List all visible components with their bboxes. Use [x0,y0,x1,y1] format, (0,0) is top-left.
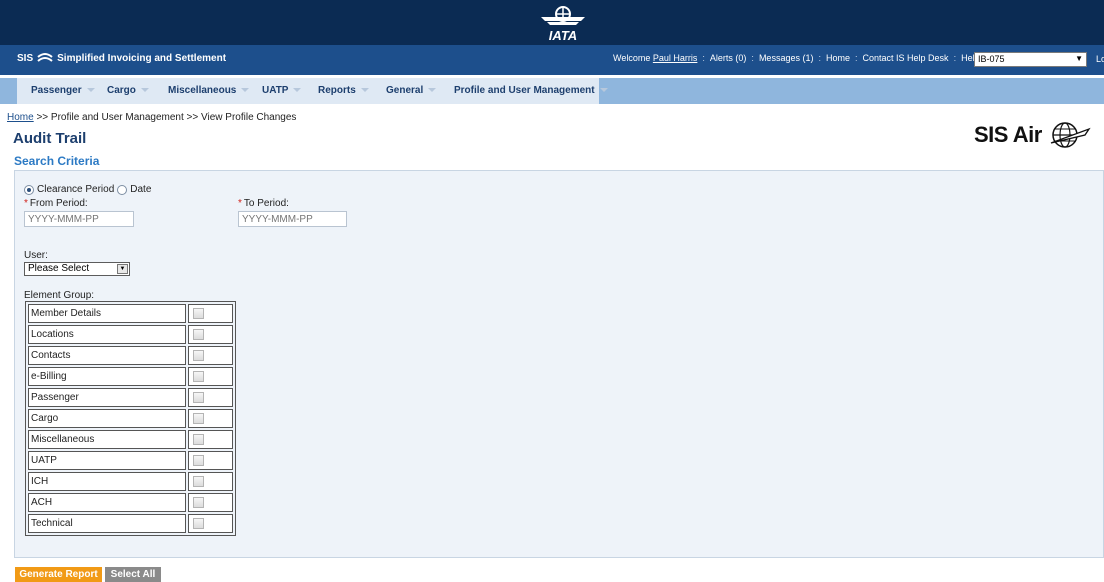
member-select[interactable]: IB-075 ▼ [974,52,1087,67]
contact-help-desk-link[interactable]: Contact IS Help Desk [863,53,949,63]
element-group-checkbox[interactable] [193,433,204,445]
brand-logo: SIS Air [974,121,1091,149]
element-group-name: Cargo [28,409,186,428]
element-group-checkbox[interactable] [193,349,204,361]
caret-down-icon [293,88,302,93]
element-group-checkbox[interactable] [193,454,204,466]
element-group-name: ACH [28,493,186,512]
app-title: SIS Simplified Invoicing and Settlement [17,51,226,65]
iata-logo-text: IATA [549,28,577,43]
period-type-radio-group: Clearance Period Date [24,184,151,195]
element-group-name: Contacts [28,346,186,365]
app-title-text: Simplified Invoicing and Settlement [57,52,227,64]
caret-down-icon [599,88,608,93]
element-group-name: e-Billing [28,367,186,386]
caret-down-icon [241,88,250,93]
from-period-label: * From Period: [24,198,88,209]
chevron-down-icon: ▼ [117,264,128,274]
table-row: e-Billing [28,367,233,386]
caret-down-icon [86,88,95,93]
element-group-name: Miscellaneous [28,430,186,449]
sis-header-bar: SIS Simplified Invoicing and Settlement … [0,45,1104,75]
breadcrumb-home-link[interactable]: Home [7,112,34,123]
logout-link[interactable]: Log O [1096,54,1104,64]
from-period-input[interactable] [24,211,134,227]
table-row: ACH [28,493,233,512]
element-group-name: Passenger [28,388,186,407]
welcome-text: Welcome [613,53,651,63]
home-link[interactable]: Home [826,53,850,63]
section-title: Search Criteria [14,154,100,168]
element-group-label: Element Group: [24,290,95,301]
menu-cargo[interactable]: Cargo [107,78,149,104]
caret-down-icon [360,88,369,93]
breadcrumb-path: >> Profile and User Management >> View P… [33,112,297,123]
radio-clearance-period[interactable] [24,184,34,195]
brand-text: SIS Air [974,122,1042,147]
menu-uatp[interactable]: UATP [262,78,302,104]
app-prefix: SIS [17,52,34,64]
header-links: Welcome Paul Harris : Alerts (0) : Messa… [613,53,980,63]
menu-miscellaneous[interactable]: Miscellaneous [168,78,250,104]
element-group-table: Member Details Locations Contacts e-Bill… [25,301,236,536]
menu-reports[interactable]: Reports [318,78,369,104]
table-row: ICH [28,472,233,491]
breadcrumb: Home >> Profile and User Management >> V… [7,112,296,123]
table-row: Cargo [28,409,233,428]
user-select-value: Please Select [28,263,90,274]
generate-report-button[interactable]: Generate Report [15,567,102,582]
table-row: Technical [28,514,233,533]
element-group-checkbox[interactable] [193,370,204,382]
to-period-input[interactable] [238,211,347,227]
user-select[interactable]: Please Select ▼ [24,262,130,276]
page-title: Audit Trail [13,130,87,147]
radio-date[interactable] [117,184,128,195]
iata-top-bar: IATA [0,0,1104,45]
messages-link[interactable]: Messages (1) [759,53,814,63]
table-row: Contacts [28,346,233,365]
element-group-name: ICH [28,472,186,491]
menu-general[interactable]: General [386,78,437,104]
select-all-button[interactable]: Select All [105,567,161,582]
alerts-link[interactable]: Alerts (0) [710,53,747,63]
caret-down-icon [428,88,437,93]
element-group-checkbox[interactable] [193,496,204,508]
menu-profile-user-management[interactable]: Profile and User Management [454,78,608,104]
element-group-checkbox[interactable] [193,475,204,487]
element-group-checkbox[interactable] [193,412,204,424]
user-label: User: [24,250,48,261]
element-group-checkbox[interactable] [193,517,204,529]
caret-down-icon [140,88,149,93]
element-group-name: Technical [28,514,186,533]
sis-logo-icon [37,53,53,62]
table-row: Locations [28,325,233,344]
table-row: Passenger [28,388,233,407]
user-name-link[interactable]: Paul Harris [653,53,698,63]
element-group-checkbox[interactable] [193,307,204,319]
radio-date-label: Date [130,184,152,195]
menu-passenger[interactable]: Passenger [31,78,95,104]
member-select-value: IB-075 [978,54,1005,64]
to-period-label: * To Period: [238,198,289,209]
globe-plane-icon [1050,122,1091,148]
element-group-checkbox[interactable] [193,328,204,340]
iata-logo: IATA [541,6,585,43]
radio-clearance-period-label: Clearance Period [37,184,115,195]
element-group-name: UATP [28,451,186,470]
element-group-checkbox[interactable] [193,391,204,403]
table-row: Miscellaneous [28,430,233,449]
element-group-name: Locations [28,325,186,344]
element-group-name: Member Details [28,304,186,323]
main-menu: Passenger Cargo Miscellaneous UATP Repor… [0,78,1104,104]
table-row: UATP [28,451,233,470]
table-row: Member Details [28,304,233,323]
chevron-down-icon: ▼ [1075,54,1083,63]
